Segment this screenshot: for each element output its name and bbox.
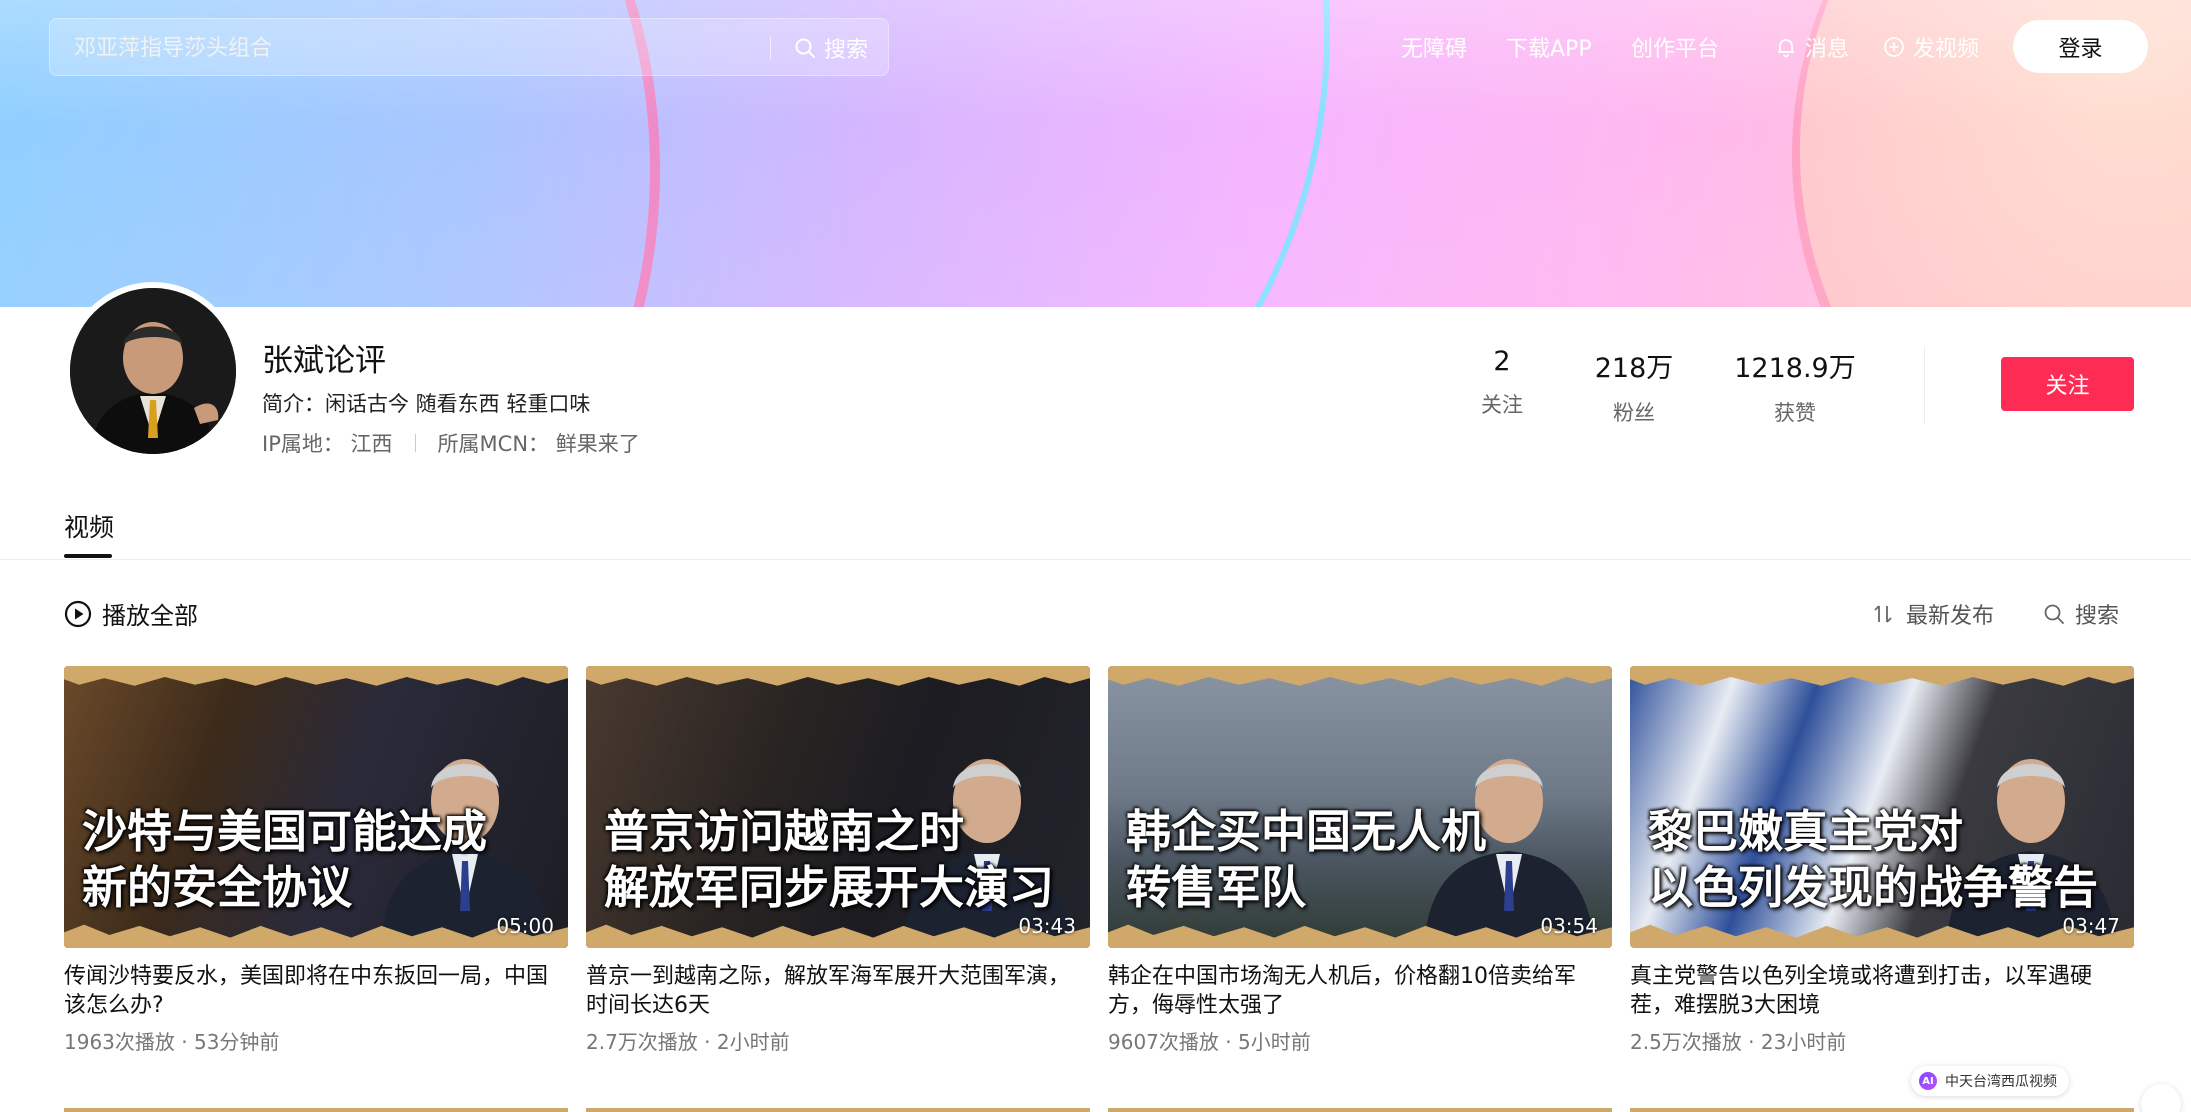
tab-divider [0, 559, 2191, 560]
meta-divider [414, 434, 416, 452]
search-icon [2044, 604, 2064, 624]
video-thumbnail[interactable]: 普京访问越南之时 解放军同步展开大演习 03:43 [586, 666, 1090, 948]
stat-likes-label: 获赞 [1774, 401, 1816, 425]
nav-creator-platform-label: 创作平台 [1631, 37, 1720, 62]
nav-upload[interactable]: 发视频 [1883, 30, 1979, 64]
video-stats: 9607次播放 · 5小时前 [1108, 1030, 1311, 1054]
follow-button[interactable]: 关注 [2001, 357, 2134, 411]
stat-following-value: 2 [1493, 346, 1511, 377]
search-bar: 搜索 [49, 18, 889, 76]
sort-latest-button[interactable]: 最新发布 [1872, 598, 1994, 630]
stat-following[interactable]: 2 关注 [1462, 346, 1542, 419]
nav-download-app[interactable]: 下载APP [1506, 30, 1592, 64]
nav-messages-label: 消息 [1805, 37, 1850, 62]
video-card[interactable]: 韩企买中国无人机 转售军队 03:54 韩企在中国市场淘无人机后，价格翻10倍卖… [1108, 666, 1612, 1055]
nav-download-app-label: 下载APP [1506, 37, 1592, 62]
stat-following-label: 关注 [1481, 393, 1523, 417]
stat-followers-value: 218万 [1594, 353, 1674, 384]
video-card-next-row [64, 1108, 568, 1112]
thumbnail-caption: 黎巴嫩真主党对 以色列发现的战争警告 [1648, 805, 2099, 914]
play-all-button[interactable]: 播放全部 [64, 596, 198, 631]
ip-location: IP属地： 江西 [262, 432, 393, 456]
floating-recommendation[interactable]: AI 中天台湾西瓜视频 [1911, 1066, 2069, 1096]
video-card-next-row [586, 1108, 1090, 1112]
video-search-button[interactable]: 搜索 [2043, 598, 2119, 630]
nav-creator-platform[interactable]: 创作平台 [1631, 30, 1719, 64]
thumbnail-caption: 沙特与美国可能达成 新的安全协议 [82, 805, 488, 914]
ai-badge-icon: AI [1919, 1072, 1937, 1090]
video-card-next-row [1630, 1108, 2134, 1112]
nav-accessibility[interactable]: 无障碍 [1401, 30, 1467, 64]
video-duration: 03:47 [2062, 914, 2120, 938]
video-card[interactable]: 沙特与美国可能达成 新的安全协议 05:00 传闻沙特要反水，美国即将在中东扳回… [64, 666, 568, 1055]
profile-name: 张斌论评 [262, 343, 386, 379]
video-card-next-row [1108, 1108, 1612, 1112]
search-button[interactable]: 搜索 [794, 31, 868, 65]
search-input[interactable] [74, 31, 774, 65]
video-duration: 05:00 [496, 914, 554, 938]
video-duration: 03:54 [1540, 914, 1598, 938]
search-button-label: 搜索 [824, 38, 869, 63]
avatar-portrait [70, 288, 236, 454]
profile-bio: 简介：闲话古今 随看东西 轻重口味 [262, 392, 591, 416]
nav-messages[interactable]: 消息 [1775, 30, 1849, 64]
video-title[interactable]: 传闻沙特要反水，美国即将在中东扳回一局，中国该怎么办? [64, 962, 568, 1020]
stat-likes: 1218.9万 获赞 [1730, 346, 1860, 427]
video-title[interactable]: 普京一到越南之际，解放军海军展开大范围军演，时间长达6天 [586, 962, 1090, 1020]
video-duration: 03:43 [1018, 914, 1076, 938]
video-thumbnail[interactable]: 韩企买中国无人机 转售军队 03:54 [1108, 666, 1612, 948]
tab-videos[interactable]: 视频 [64, 508, 114, 544]
back-to-top-button[interactable] [2141, 1084, 2181, 1112]
nav-upload-label: 发视频 [1913, 37, 1980, 62]
avatar-image [70, 288, 236, 454]
login-button[interactable]: 登录 [2013, 20, 2148, 73]
search-divider [770, 36, 771, 60]
video-card[interactable]: 普京访问越南之时 解放军同步展开大演习 03:43 普京一到越南之际，解放军海军… [586, 666, 1090, 1055]
profile-meta: IP属地： 江西 所属MCN： 鲜果来了 [262, 428, 640, 458]
plus-circle-icon [1884, 37, 1904, 57]
thumbnail-caption: 普京访问越南之时 解放军同步展开大演习 [604, 805, 1055, 914]
nav-accessibility-label: 无障碍 [1401, 37, 1468, 62]
video-stats: 2.5万次播放 · 23小时前 [1630, 1030, 1847, 1054]
video-thumbnail[interactable]: 沙特与美国可能达成 新的安全协议 05:00 [64, 666, 568, 948]
video-thumbnail[interactable]: 黎巴嫩真主党对 以色列发现的战争警告 03:47 [1630, 666, 2134, 948]
video-title[interactable]: 韩企在中国市场淘无人机后，价格翻10倍卖给军方，侮辱性太强了 [1108, 962, 1612, 1020]
video-card[interactable]: 黎巴嫩真主党对 以色列发现的战争警告 03:47 真主党警告以色列全境或将遭到打… [1630, 666, 2134, 1055]
search-icon [795, 38, 815, 58]
video-stats: 2.7万次播放 · 2小时前 [586, 1030, 790, 1054]
stat-divider [1924, 346, 1925, 424]
sort-icon [1874, 605, 1892, 623]
play-all-label: 播放全部 [102, 602, 198, 630]
floating-recommendation-label: 中天台湾西瓜视频 [1945, 1074, 2057, 1090]
avatar[interactable] [64, 282, 242, 460]
stat-followers[interactable]: 218万 粉丝 [1584, 346, 1684, 427]
sort-label: 最新发布 [1906, 604, 1995, 629]
mcn-label: 所属MCN： 鲜果来了 [437, 432, 640, 456]
bell-icon [1778, 39, 1794, 58]
stat-followers-label: 粉丝 [1613, 401, 1655, 425]
thumbnail-caption: 韩企买中国无人机 转售军队 [1126, 805, 1487, 914]
play-circle-icon [64, 600, 92, 627]
stat-likes-value: 1218.9万 [1734, 353, 1856, 384]
tab-active-indicator [64, 554, 112, 558]
video-stats: 1963次播放 · 53分钟前 [64, 1030, 280, 1054]
video-search-label: 搜索 [2075, 604, 2120, 629]
video-title[interactable]: 真主党警告以色列全境或将遭到打击，以军遇硬茬，难摆脱3大困境 [1630, 962, 2134, 1020]
